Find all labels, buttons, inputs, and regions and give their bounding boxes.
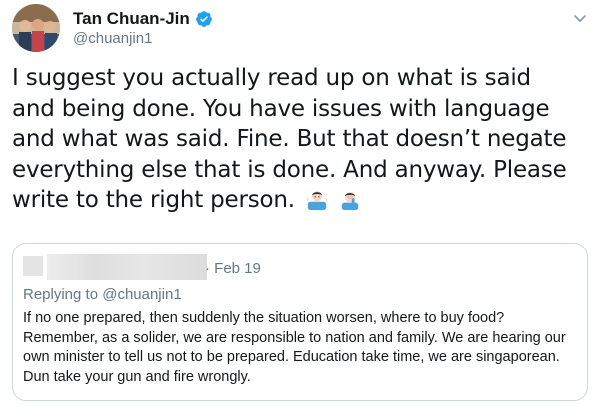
verified-badge-icon <box>195 11 212 27</box>
quoted-tweet-date[interactable]: · Feb 19 <box>205 260 261 277</box>
avatar[interactable] <box>12 4 60 52</box>
tweet-card: Tan Chuan-Jin @chuanjin1 I suggest you a… <box>0 0 600 411</box>
author-name[interactable]: Tan Chuan-Jin <box>73 9 213 29</box>
man-facepalming-icon <box>341 192 359 210</box>
author-handle[interactable]: @chuanjin1 <box>73 30 152 47</box>
avatar-photo <box>12 4 60 52</box>
quoted-author-redacted <box>47 254 207 280</box>
quoted-tweet[interactable]: · Feb 19 Replying to @chuanjin1 If no on… <box>12 243 588 401</box>
quoted-avatar-redacted <box>23 256 43 276</box>
tweet-text: I suggest you actually read up on what i… <box>12 63 572 216</box>
quoted-tweet-text: If no one prepared, then suddenly the si… <box>23 310 566 385</box>
chevron-down-icon[interactable] <box>572 10 588 26</box>
tweet-body-text: I suggest you actually read up on what i… <box>12 65 567 213</box>
man-shrugging-icon <box>306 191 328 210</box>
author-name-text[interactable]: Tan Chuan-Jin <box>73 9 190 29</box>
quoted-replying-to: Replying to @chuanjin1 <box>23 286 182 303</box>
